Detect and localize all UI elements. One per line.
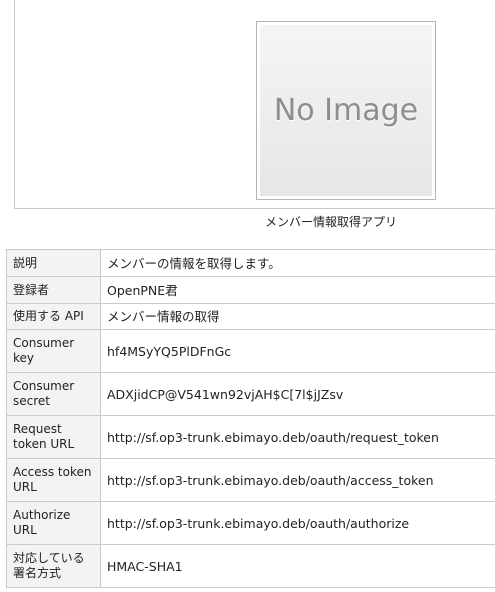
table-row: Authorize URL http://sf.op3-trunk.ebimay… (6, 501, 495, 545)
app-name-caption: メンバー情報取得アプリ (264, 215, 397, 229)
row-value-access-token-url: http://sf.op3-trunk.ebimayo.deb/oauth/ac… (100, 458, 495, 502)
table-row: Consumer secret ADXjidCP@V541wn92vjAH$C[… (6, 372, 495, 416)
row-label-api: 使用する API (6, 303, 101, 330)
row-value-api: メンバー情報の取得 (100, 303, 495, 330)
app-image-panel: No Image (14, 0, 495, 209)
row-value-consumer-key: hf4MSyYQ5PlDFnGc (100, 329, 495, 373)
table-row: Access token URL http://sf.op3-trunk.ebi… (6, 458, 495, 502)
table-row: Consumer key hf4MSyYQ5PlDFnGc (6, 329, 495, 373)
app-details-table: 説明 メンバーの情報を取得します。 登録者 OpenPNE君 使用する API … (6, 249, 495, 588)
row-value-consumer-secret: ADXjidCP@V541wn92vjAH$C[7l$jJZsv (100, 372, 495, 416)
row-label-consumer-key: Consumer key (6, 329, 101, 373)
table-row: 使用する API メンバー情報の取得 (6, 303, 495, 330)
row-label-consumer-secret: Consumer secret (6, 372, 101, 416)
row-label-authorize-url: Authorize URL (6, 501, 101, 545)
row-label-registrant: 登録者 (6, 276, 101, 304)
row-value-registrant: OpenPNE君 (100, 276, 495, 304)
row-value-request-token-url: http://sf.op3-trunk.ebimayo.deb/oauth/re… (100, 415, 495, 459)
app-thumbnail: No Image (256, 21, 436, 200)
row-value-signature-method: HMAC-SHA1 (100, 544, 495, 588)
row-label-request-token-url: Request token URL (6, 415, 101, 459)
row-label-access-token-url: Access token URL (6, 458, 101, 502)
row-value-authorize-url: http://sf.op3-trunk.ebimayo.deb/oauth/au… (100, 501, 495, 545)
no-image-placeholder-text: No Image (273, 93, 419, 128)
row-label-description: 説明 (6, 249, 101, 277)
row-label-signature-method: 対応している署名方式 (6, 544, 101, 588)
table-row: 説明 メンバーの情報を取得します。 (6, 249, 495, 277)
table-row: 対応している署名方式 HMAC-SHA1 (6, 544, 495, 588)
row-value-description: メンバーの情報を取得します。 (100, 249, 495, 277)
table-row: Request token URL http://sf.op3-trunk.eb… (6, 415, 495, 459)
table-row: 登録者 OpenPNE君 (6, 276, 495, 304)
